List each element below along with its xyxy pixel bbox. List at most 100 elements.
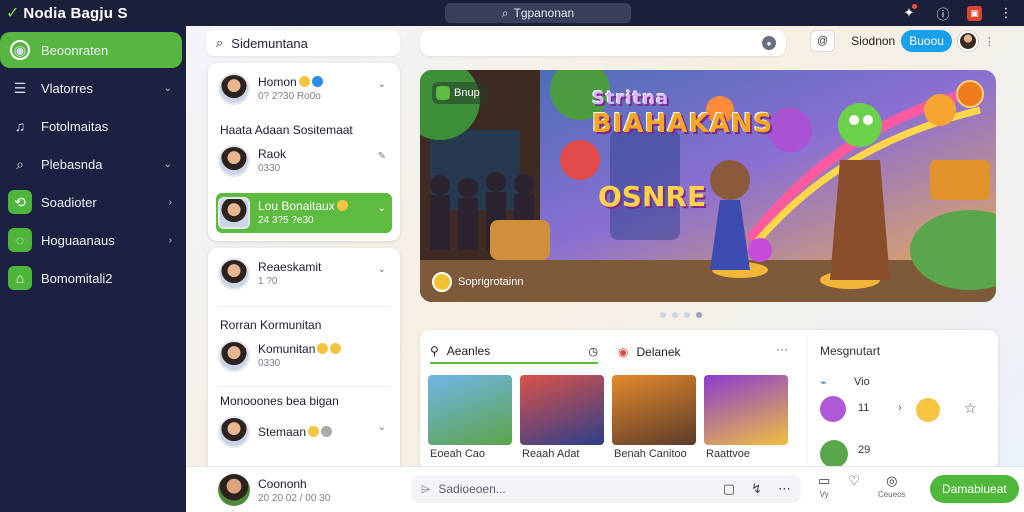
bottom-actions: ▭ Vy ♡ ◎ Ceueos (818, 473, 906, 499)
chat-row[interactable]: Komunitan 0330 (218, 336, 392, 376)
carousel-dot[interactable] (660, 312, 666, 318)
avatar[interactable] (218, 474, 250, 506)
featured-banner[interactable]: Bnup Stritna BIAHAKANS OSNRE Soprigrotai… (420, 70, 996, 302)
sidebar-item-music[interactable]: ♫ Fotolmaitas (0, 108, 182, 144)
avatar[interactable] (820, 396, 846, 422)
chat-row-selected[interactable]: Lou Bonaitaux 24 3?5 ?e30 ⌄ (216, 193, 392, 233)
carousel-dot[interactable] (672, 312, 678, 318)
video-icon[interactable]: ▭ Vy (818, 473, 830, 499)
attachment-icon[interactable]: ▢ (723, 481, 735, 497)
divider (218, 306, 390, 307)
history-icon: ◷ (588, 345, 598, 358)
sidebar-item-label: Fotolmaitas (41, 118, 109, 134)
message-placeholder: Sadioeoen... (438, 482, 506, 496)
thumbnail[interactable] (612, 375, 696, 445)
chevron-down-icon[interactable]: ⌄ (378, 422, 386, 433)
chevron-down-icon[interactable]: ⌄ (378, 79, 386, 90)
sidebar-item-groups[interactable]: ⟲ Soadioter › (0, 184, 182, 220)
chevron-down-icon: ⌄ (163, 82, 172, 94)
chevron-right-icon: › (168, 234, 172, 246)
divider (218, 386, 390, 387)
chat-row[interactable]: Homon 0? 2?30 Ro0o ⌄ (218, 69, 392, 109)
side-panel-row-value: 29 (858, 444, 871, 456)
top-icons: ✦ ⓘ ▣ ⋮ (899, 3, 1016, 23)
chat-row[interactable]: Reaeskamit 1 ?0 ⌄ (218, 254, 392, 294)
video-label: Vy (819, 490, 829, 499)
sidebar-item-community[interactable]: ⌂ Bomomitali2 (0, 260, 182, 296)
mic-icon[interactable]: ● (762, 36, 776, 50)
chat-subtitle: 24 3?5 ?e30 (258, 215, 314, 227)
pin-icon[interactable]: ✎ (378, 151, 386, 162)
share-icon: ⟲ (8, 190, 32, 214)
more-icon[interactable]: ··· (776, 342, 788, 356)
chevron-down-icon: ⌄ (163, 158, 172, 170)
app-logo[interactable]: ✓ Nodia Bagju S (0, 3, 186, 23)
mention-chip[interactable]: @ (810, 30, 836, 52)
more-icon[interactable]: ⋯ (778, 481, 791, 497)
main-search-input[interactable]: ● (420, 30, 786, 56)
sidebar-item-label: Hoguaanaus (41, 232, 115, 248)
main-area: ⌕ Sidemuntana ● @ Siodnon Buoou ⋮ Homon … (186, 26, 1024, 512)
activity-icon: ⚲ (430, 344, 439, 358)
sidebar-item-list[interactable]: ☰ Vlatorres ⌄ (0, 70, 182, 106)
info-icon[interactable]: ⓘ (933, 3, 953, 23)
star-icon[interactable]: ☆ (964, 400, 977, 417)
thumbnail[interactable] (704, 375, 788, 445)
chat-search-input[interactable]: ⌕ Sidemuntana (206, 30, 400, 56)
sidebar-item-search[interactable]: ⌕ Plebasnda ⌄ (0, 146, 182, 182)
heart-icon[interactable]: ♡ (848, 473, 860, 499)
banner-caption: Soprigrotainn (432, 272, 523, 292)
header-action-button[interactable]: Buoou (901, 30, 952, 52)
message-input[interactable]: ⌲ Sadioeoen... ▢ ↯ ⋯ (411, 475, 801, 503)
header-label: Siodnon (851, 34, 896, 48)
banner-action-icon[interactable] (956, 80, 984, 108)
tab-details[interactable]: ◉ Delanek (618, 340, 681, 364)
top-bar: ✓ Nodia Bagju S ⌕ Tgpanonan ✦ ⓘ ▣ ⋮ (0, 0, 1024, 26)
thumbnail[interactable] (428, 375, 512, 445)
section-title: Monooones bea bigan (220, 394, 339, 408)
tab-label: Delanek (636, 345, 681, 359)
banner-title-line-2: BIAHAKANS (592, 109, 774, 139)
chat-row[interactable]: Raok 0330 ✎ (218, 141, 392, 181)
tab-activities[interactable]: ⚲ Aeanles ◷ (430, 340, 598, 364)
emoji-icon (308, 425, 320, 437)
avatar (218, 73, 250, 105)
banner-tag-label: Bnup (454, 87, 480, 99)
chat-row[interactable]: Stemaan ⌄ (218, 412, 392, 452)
carousel-dot-active[interactable] (696, 312, 702, 318)
carousel-dots[interactable] (660, 312, 702, 318)
side-panel-title: Mesgnutart (820, 344, 881, 358)
chat-subtitle: 0? 2?30 Ro0o (258, 91, 321, 103)
side-panel-row-value: 11 (858, 402, 870, 414)
reaction-icon[interactable]: ◎ Ceueos (878, 473, 906, 499)
thumbnail[interactable] (520, 375, 604, 445)
more-icon[interactable]: ⋮ (984, 35, 995, 48)
current-chat-name: Coononh (258, 477, 307, 491)
join-button[interactable]: Damabiueat (930, 475, 1019, 503)
chat-name: Lou Bonaitaux (258, 198, 335, 213)
search-icon: ⌕ (501, 5, 509, 20)
chat-subtitle: 0330 (258, 358, 281, 370)
notifications-icon[interactable]: ✦ (899, 3, 919, 23)
avatar (218, 197, 250, 229)
more-icon[interactable]: ⋮ (996, 3, 1016, 23)
voice-icon[interactable]: ↯ (751, 481, 762, 497)
status-icon (321, 425, 333, 437)
banner-title-line-1: Stritna (592, 88, 670, 109)
sidebar-item-home[interactable]: ◉ Beoonraten (0, 32, 182, 68)
join-button-label: Damabiueat (942, 482, 1007, 496)
sidebar-item-chat[interactable]: ◌ Hoguaanaus › (0, 222, 182, 258)
avatar (218, 145, 250, 177)
emoji-icon (298, 75, 310, 87)
avatar[interactable] (957, 31, 978, 51)
emoji-icon[interactable] (916, 398, 940, 422)
carousel-dot[interactable] (684, 312, 690, 318)
top-search-input[interactable]: ⌕ Tgpanonan (445, 3, 631, 23)
record-icon[interactable]: ▣ (967, 5, 982, 21)
arrow-right-icon[interactable]: › (898, 402, 902, 414)
avatar[interactable] (820, 440, 848, 468)
chat-subtitle: 0330 (258, 163, 281, 175)
header-tools: @ Siodnon Buoou ⋮ (810, 30, 995, 52)
chevron-down-icon[interactable]: ⌄ (378, 203, 386, 214)
chevron-down-icon[interactable]: ⌄ (378, 264, 386, 275)
